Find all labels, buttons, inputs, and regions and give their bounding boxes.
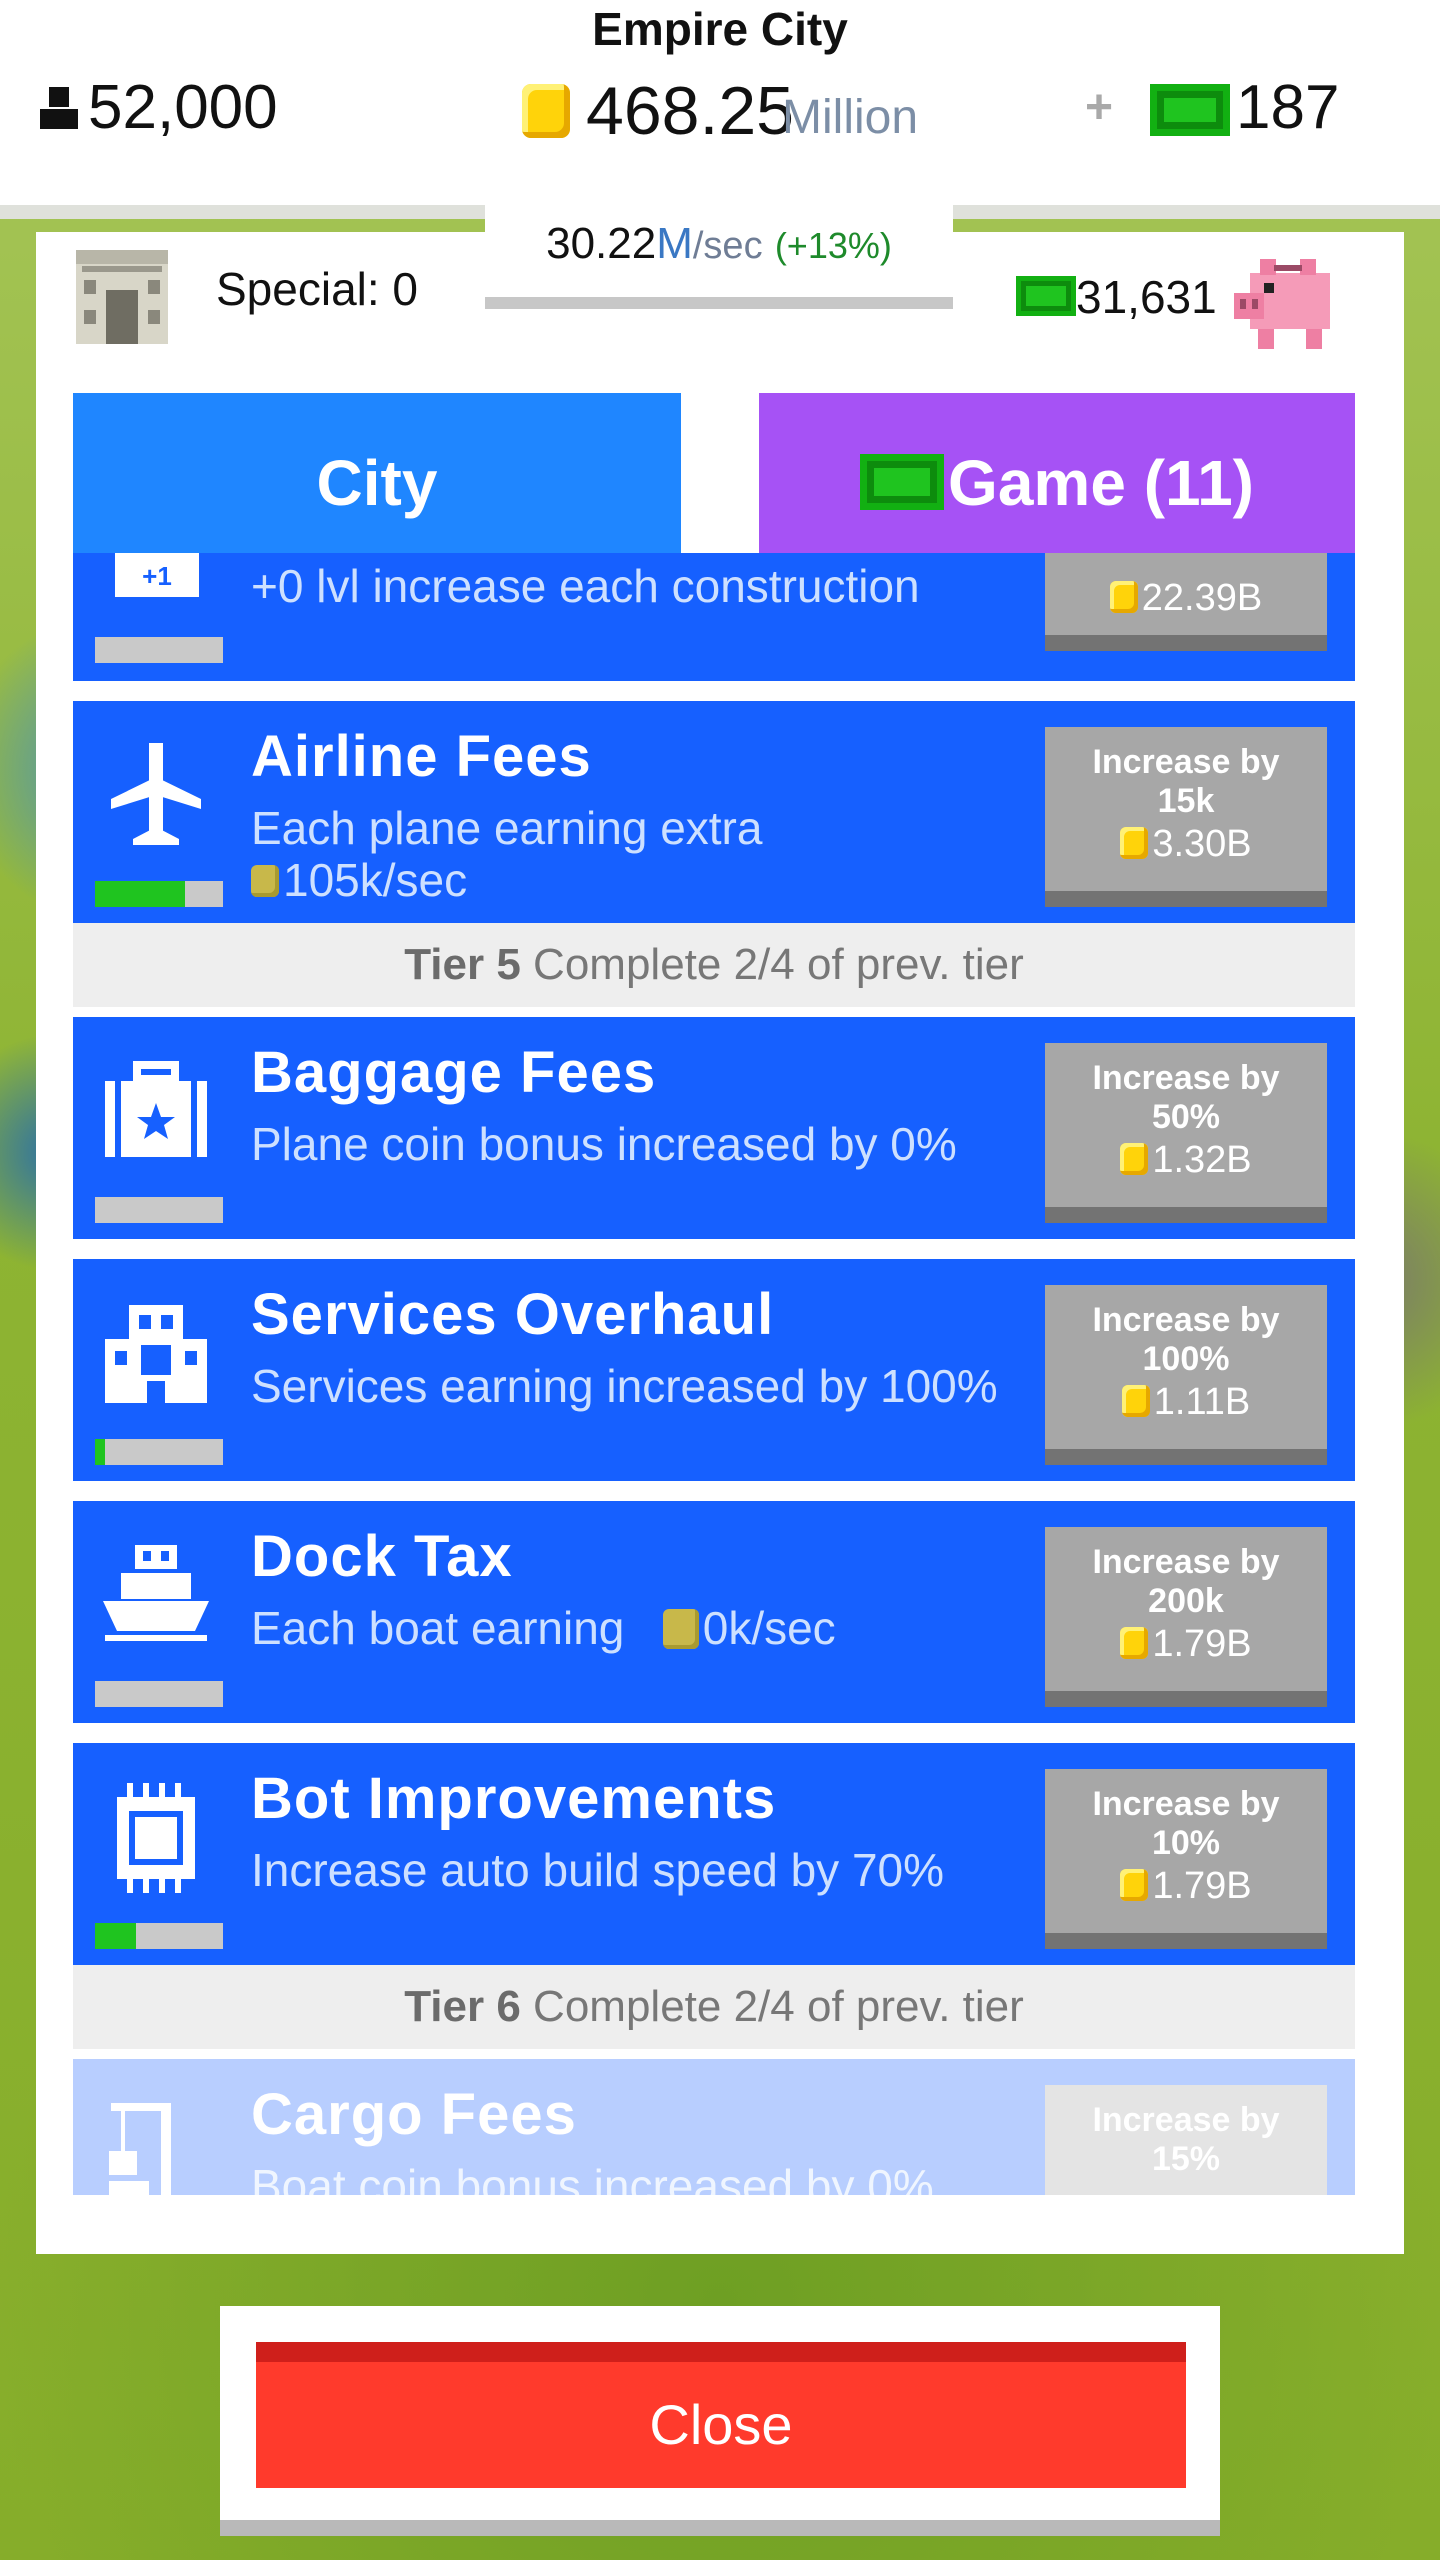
upgrade-row-dock-tax: Dock Tax Each boat earning 0k/sec Increa… xyxy=(73,1501,1355,1723)
money-unit: Million xyxy=(782,91,919,144)
population-icon xyxy=(40,87,78,129)
rate-unit: /sec xyxy=(692,225,763,267)
tab-game-label: Game (11) xyxy=(948,447,1254,519)
cost-label: 1.32B xyxy=(1045,1139,1327,1182)
close-button[interactable]: Close xyxy=(256,2342,1186,2488)
upgrade-title: Cargo Fees xyxy=(251,2082,577,2147)
increase-button: Increase by 15% xyxy=(1045,2085,1327,2195)
chip-icon xyxy=(117,1783,195,1893)
cost-label: 22.39B xyxy=(1045,577,1327,620)
cost-label: 1.11B xyxy=(1045,1381,1327,1424)
coin-icon xyxy=(1109,580,1138,613)
cash-icon xyxy=(1150,84,1230,136)
upgrade-row-baggage-fees: Baggage Fees Plane coin bonus increased … xyxy=(73,1017,1355,1239)
rate-bonus: (+13%) xyxy=(774,225,892,266)
upgrade-title: Baggage Fees xyxy=(251,1040,657,1105)
buy-cash-button[interactable]: + xyxy=(1085,80,1113,135)
upgrade-row: +1 +0 lvl increase each construction 22.… xyxy=(73,553,1355,681)
increase-button[interactable]: Increase by 100% 1.11B xyxy=(1045,1285,1327,1465)
increase-button[interactable]: Increase by 10% 1.79B xyxy=(1045,1769,1327,1949)
increase-button[interactable]: Increase by 50% 1.32B xyxy=(1045,1043,1327,1223)
upgrade-desc: Each plane earning extra xyxy=(251,802,763,854)
upgrade-list[interactable]: +1 +0 lvl increase each construction 22.… xyxy=(73,553,1355,2195)
progress-bar xyxy=(95,1197,223,1223)
upgrade-desc: +0 lvl increase each construction xyxy=(251,560,920,612)
population-value: 52,000 xyxy=(88,73,278,142)
city-name: Empire City xyxy=(592,3,848,55)
crane-icon xyxy=(109,2103,171,2195)
upgrade-row-airline-fees: Airline Fees Each plane earning extra 10… xyxy=(73,701,1355,923)
upgrade-title: Bot Improvements xyxy=(251,1766,777,1831)
coin-icon xyxy=(522,84,570,138)
upgrade-row-services-overhaul: Services Overhaul Services earning incre… xyxy=(73,1259,1355,1481)
suitcase-icon xyxy=(105,1061,207,1157)
upgrade-title: Airline Fees xyxy=(251,724,592,789)
upgrade-desc: Plane coin bonus increased by 0% xyxy=(251,1118,957,1170)
coin-icon xyxy=(251,864,279,897)
increase-button[interactable]: Increase by 200k 1.79B xyxy=(1045,1527,1327,1707)
income-rate: 30.22M/sec (+13%) xyxy=(485,219,953,269)
progress-bar xyxy=(95,1923,223,1949)
piggy-bank-icon[interactable] xyxy=(1230,245,1340,357)
rate-suffix: M xyxy=(656,219,693,268)
plus-one-icon: +1 xyxy=(115,553,199,597)
tab-city[interactable]: City xyxy=(73,393,681,553)
special-label: Special: 0 xyxy=(216,263,419,315)
airplane-icon xyxy=(111,743,201,845)
progress-bar xyxy=(95,1681,223,1707)
upgrade-desc-rate: 105k/sec xyxy=(251,853,467,907)
cost-label: 1.79B xyxy=(1045,1865,1327,1908)
upgrade-row-bot-improvements: Bot Improvements Increase auto build spe… xyxy=(73,1743,1355,1965)
coin-icon xyxy=(1120,1142,1149,1175)
rate-value: 30.22 xyxy=(546,219,657,268)
arch-icon xyxy=(76,250,168,344)
upgrade-desc: Boat coin bonus increased by 0% xyxy=(251,2160,934,2195)
upgrade-desc: Increase auto build speed by 70% xyxy=(251,1844,945,1896)
progress-bar xyxy=(95,1439,223,1465)
upgrade-desc: Each boat earning 0k/sec xyxy=(251,1602,836,1654)
tab-game[interactable]: Game (11) xyxy=(759,393,1355,553)
cost-label: 3.30B xyxy=(1045,823,1327,866)
ship-icon xyxy=(103,1545,209,1641)
upgrade-row-cargo-fees: Cargo Fees Boat coin bonus increased by … xyxy=(73,2059,1355,2195)
cash-icon xyxy=(1016,276,1076,316)
increase-button[interactable]: Increase by 15k 3.30B xyxy=(1045,727,1327,907)
cost-label: 1.79B xyxy=(1045,1623,1327,1666)
coin-icon xyxy=(1120,1626,1149,1659)
money-value: 468.25 xyxy=(586,73,794,149)
coin-icon xyxy=(1120,826,1149,859)
upgrade-title: Dock Tax xyxy=(251,1524,513,1589)
progress-bar xyxy=(95,881,223,907)
coin-icon xyxy=(1121,1384,1150,1417)
tier-header: Tier 6 Complete 2/4 of prev. tier xyxy=(73,1965,1355,2049)
progress-bar xyxy=(95,637,223,663)
cash-icon xyxy=(860,454,945,511)
cash-value: 187 xyxy=(1236,73,1340,142)
piggy-bank-value: 31,631 xyxy=(1076,271,1217,323)
building-icon xyxy=(105,1305,207,1403)
increase-button[interactable]: 22.39B xyxy=(1045,553,1327,651)
upgrade-title: Services Overhaul xyxy=(251,1282,775,1347)
tier-header: Tier 5 Complete 2/4 of prev. tier xyxy=(73,923,1355,1007)
svg-text:+1: +1 xyxy=(142,561,172,591)
income-rate-box: 30.22M/sec (+13%) xyxy=(485,205,953,309)
coin-icon xyxy=(662,1608,699,1649)
upgrade-desc: Services earning increased by 100% xyxy=(251,1360,998,1412)
coin-icon xyxy=(1120,1868,1149,1901)
